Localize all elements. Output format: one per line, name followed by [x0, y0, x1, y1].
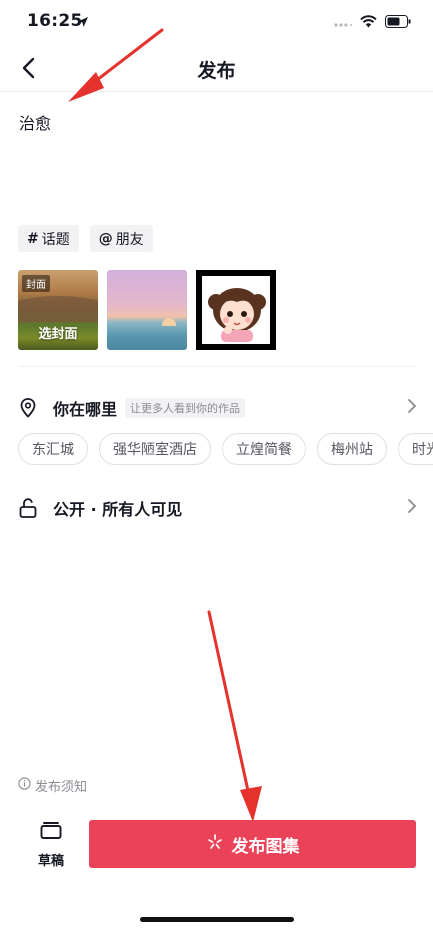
poi-chip[interactable]: 东汇城	[18, 433, 88, 465]
poi-suggestions: 东汇城 强华陋室酒店 立煌简餐 梅州站 时光	[18, 433, 433, 465]
cover-thumbnail[interactable]: 封面 选封面	[18, 270, 98, 350]
unlock-icon	[18, 498, 38, 518]
landscape-image	[18, 296, 98, 322]
annotation-arrow-publish	[207, 610, 262, 822]
at-icon: @	[98, 230, 113, 247]
poi-chip[interactable]: 梅州站	[317, 433, 387, 465]
poi-chip[interactable]: 强华陋室酒店	[99, 433, 211, 465]
location-row[interactable]: 你在哪里 让更多人看到你的作品	[18, 394, 417, 422]
select-cover-button[interactable]: 选封面	[18, 323, 98, 342]
info-icon	[18, 777, 31, 794]
battery-icon	[385, 13, 411, 32]
section-divider	[18, 366, 415, 367]
draft-button[interactable]: 草稿	[30, 820, 72, 869]
caption-input[interactable]: 治愈	[19, 110, 51, 134]
hashtag-icon: #	[27, 230, 39, 247]
draft-label: 草稿	[37, 854, 64, 869]
status-bar: 16:25	[0, 0, 433, 44]
girl-avatar-thumbnail[interactable]	[196, 270, 276, 350]
status-indicators	[334, 13, 411, 32]
location-arrow-icon	[77, 13, 89, 32]
chevron-right-icon	[407, 498, 417, 518]
sunset-image	[162, 318, 176, 326]
page-title: 发布	[197, 60, 236, 82]
mention-friend-label: 朋友	[115, 231, 144, 248]
location-title: 你在哪里	[53, 400, 118, 419]
cover-badge: 封面	[22, 275, 50, 292]
home-indicator	[140, 917, 294, 922]
poi-chip[interactable]: 立煌简餐	[222, 433, 306, 465]
publish-notice-label: 发布须知	[35, 780, 88, 795]
topic-tag-button[interactable]: # 话题	[18, 225, 79, 252]
location-pin-icon	[18, 398, 38, 418]
drafts-icon	[40, 820, 62, 844]
cellular-signal-icon	[334, 13, 352, 32]
nav-bar: 发布	[0, 44, 433, 92]
chevron-right-icon	[407, 398, 417, 418]
poi-chip[interactable]: 时光	[398, 433, 433, 465]
mention-friend-button[interactable]: @ 朋友	[89, 225, 153, 252]
publish-label: 发布图集	[231, 836, 300, 857]
topic-tag-label: 话题	[41, 231, 70, 248]
status-time: 16:25	[27, 11, 83, 31]
sparkle-icon	[206, 833, 224, 856]
location-hint: 让更多人看到你的作品	[125, 398, 246, 418]
privacy-row[interactable]: 公开 · 所有人可见	[18, 494, 417, 522]
publish-button[interactable]: 发布图集	[89, 820, 416, 868]
privacy-title: 公开 · 所有人可见	[53, 500, 183, 519]
publish-notice-link[interactable]: 发布须知	[18, 776, 87, 795]
cartoon-girl-image	[208, 288, 266, 342]
wifi-icon	[360, 13, 377, 32]
tag-row: # 话题 @ 朋友	[18, 225, 153, 252]
media-thumbnails: 封面 选封面	[18, 270, 276, 350]
sea-thumbnail[interactable]	[107, 270, 187, 350]
